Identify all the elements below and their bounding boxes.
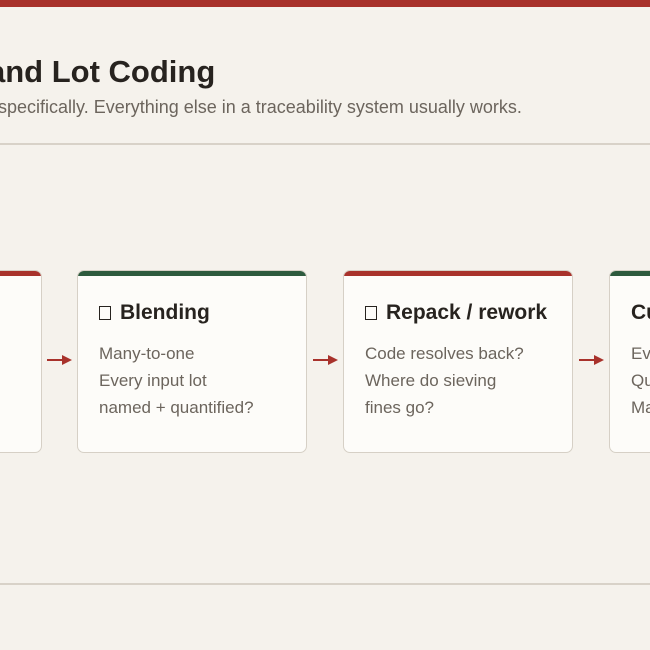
card-line: Qu (631, 371, 650, 390)
stage-icon (365, 306, 377, 320)
card-line: Every input lot (99, 371, 207, 390)
flow-arrow-2 (313, 352, 339, 368)
card-line: Many-to-one (99, 344, 195, 363)
card-line: Ev (631, 344, 650, 363)
card-cap-red (0, 271, 41, 276)
card-cap-green (78, 271, 306, 276)
flow-arrow-1 (47, 352, 73, 368)
card-cap-green (610, 271, 650, 276)
divider-bottom (0, 583, 650, 585)
stage-card-3: Cu Ev Qu Ma (609, 270, 650, 453)
card-line: named + quantified? (99, 398, 254, 417)
top-accent-bar (0, 0, 650, 7)
divider-top (0, 143, 650, 145)
stage-card-blending: Blending Many-to-one Every input lot nam… (77, 270, 307, 453)
card-line: Code resolves back? (365, 344, 524, 363)
stage-card-repack: Repack / rework Code resolves back? Wher… (343, 270, 573, 453)
card-title: Cu (631, 301, 650, 324)
page-subtitle: specifically. Everything else in a trace… (0, 97, 522, 117)
flow-arrow-3 (579, 352, 605, 368)
page-title: and Lot Coding (0, 54, 216, 89)
card-cap-red (344, 271, 572, 276)
card-line: Where do sieving (365, 371, 497, 390)
card-title: Repack / rework (365, 301, 547, 325)
stage-card-0 (0, 270, 42, 453)
card-title: Blending (99, 301, 210, 325)
card-line: fines go? (365, 398, 434, 417)
card-line: Ma (631, 398, 650, 417)
stage-icon (99, 306, 111, 320)
diagram-canvas: and Lot Coding specifically. Everything … (0, 0, 650, 650)
